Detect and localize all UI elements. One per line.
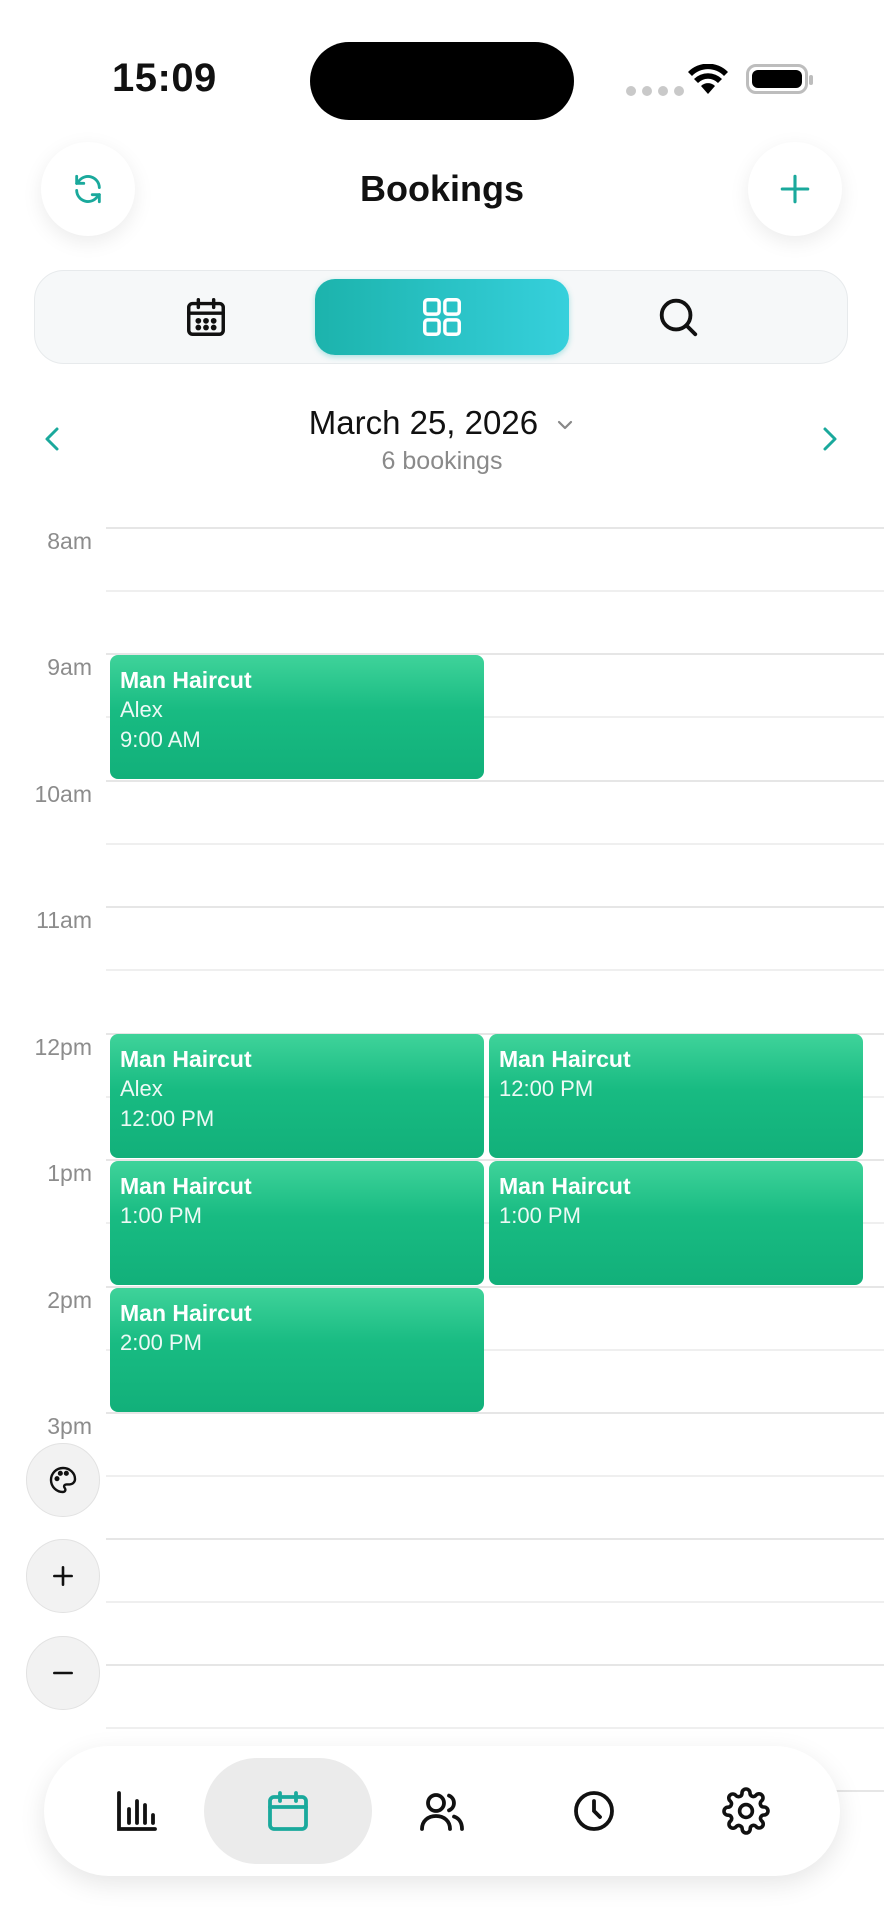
- booking-service: Man Haircut: [120, 1300, 252, 1326]
- hour-line: [106, 527, 884, 529]
- booking-time: 9:00 AM: [120, 727, 201, 752]
- clock-icon: [574, 1791, 614, 1831]
- tab-statistics[interactable]: [62, 1758, 212, 1864]
- palette-icon: [49, 1466, 77, 1494]
- calendar-icon: [268, 1791, 308, 1831]
- hour-line: [106, 1664, 884, 1666]
- calendar-icon: [187, 298, 225, 336]
- booking-card[interactable]: Man Haircut 2:00 PM: [110, 1288, 484, 1412]
- bottom-tab-bar: [44, 1746, 840, 1876]
- theme-palette-button[interactable]: [26, 1443, 100, 1517]
- tab-history[interactable]: [519, 1758, 669, 1864]
- tab-settings[interactable]: [671, 1758, 821, 1864]
- hour-label: 10am: [34, 781, 92, 807]
- booking-time: 2:00 PM: [120, 1330, 202, 1355]
- users-icon: [420, 1793, 464, 1831]
- view-switcher: [34, 270, 848, 364]
- battery-icon: [746, 64, 813, 94]
- booking-service: Man Haircut: [120, 1173, 252, 1199]
- tab-calendar[interactable]: [204, 1758, 372, 1864]
- half-hour-line: [106, 843, 884, 845]
- half-hour-line: [106, 1727, 884, 1729]
- hour-line: [106, 1538, 884, 1540]
- chevron-down-icon: [558, 421, 573, 430]
- dynamic-island: [310, 42, 574, 120]
- hour-label: 8am: [47, 528, 92, 554]
- booking-time: 12:00 PM: [120, 1106, 215, 1131]
- hour-line: [106, 906, 884, 908]
- half-hour-line: [106, 969, 884, 971]
- hour-label: 12pm: [34, 1034, 92, 1060]
- tab-search-view[interactable]: [551, 279, 805, 355]
- selected-date[interactable]: March 25, 2026: [0, 404, 884, 442]
- date-label: March 25, 2026: [308, 404, 539, 441]
- minus-icon: [53, 1671, 73, 1675]
- status-time: 15:09: [112, 56, 217, 100]
- add-booking-button[interactable]: [748, 142, 842, 236]
- booking-service: Man Haircut: [120, 667, 252, 693]
- booking-time: 1:00 PM: [120, 1203, 202, 1228]
- grid-icon: [423, 298, 461, 336]
- plus-icon: [780, 174, 810, 204]
- wifi-icon: [688, 64, 728, 94]
- hour-line: [106, 780, 884, 782]
- booking-card[interactable]: Man Haircut Alex 12:00 PM: [110, 1034, 484, 1158]
- booking-client: Alex: [120, 697, 163, 722]
- zoom-out-button[interactable]: [26, 1636, 100, 1710]
- half-hour-line: [106, 590, 884, 592]
- booking-card[interactable]: Man Haircut Alex 9:00 AM: [110, 655, 484, 779]
- hour-label: 1pm: [47, 1160, 92, 1186]
- search-icon: [659, 298, 698, 337]
- booking-time: 1:00 PM: [499, 1203, 581, 1228]
- half-hour-line: [106, 1475, 884, 1477]
- hour-label: 9am: [47, 654, 92, 680]
- booking-card[interactable]: Man Haircut 1:00 PM: [110, 1161, 484, 1285]
- booking-card[interactable]: Man Haircut 12:00 PM: [489, 1034, 863, 1158]
- next-day-button[interactable]: [818, 424, 842, 454]
- booking-client: Alex: [120, 1076, 163, 1101]
- gear-icon: [722, 1787, 770, 1835]
- tab-calendar-view[interactable]: [79, 279, 333, 355]
- booking-service: Man Haircut: [499, 1173, 631, 1199]
- booking-service: Man Haircut: [120, 1046, 252, 1072]
- booking-card[interactable]: Man Haircut 1:00 PM: [489, 1161, 863, 1285]
- booking-time: 12:00 PM: [499, 1076, 594, 1101]
- hour-label: 11am: [36, 907, 92, 933]
- bar-chart-icon: [117, 1791, 157, 1831]
- half-hour-line: [106, 1601, 884, 1603]
- hour-line: [106, 1412, 884, 1414]
- zoom-in-button[interactable]: [26, 1539, 100, 1613]
- hour-label: 2pm: [47, 1287, 92, 1313]
- booking-count: 6 bookings: [381, 447, 503, 475]
- booking-service: Man Haircut: [499, 1046, 631, 1072]
- signal-icon: [626, 86, 684, 96]
- tab-grid-view[interactable]: [315, 279, 569, 355]
- hour-label: 3pm: [47, 1413, 92, 1439]
- plus-icon: [53, 1566, 73, 1586]
- tab-clients[interactable]: [367, 1758, 517, 1864]
